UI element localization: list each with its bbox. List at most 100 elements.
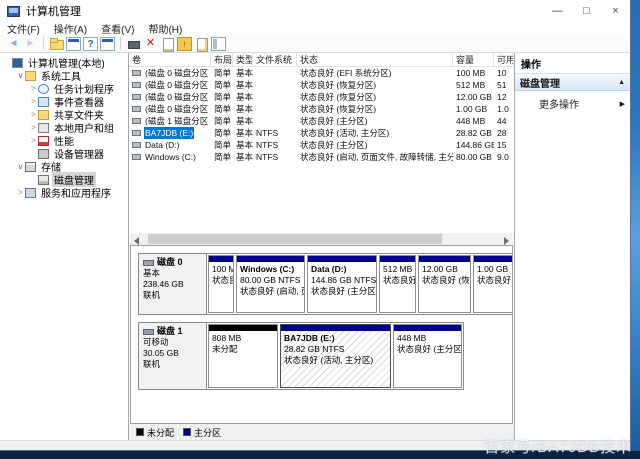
partition-block[interactable]: BA7JDB (E:)28.82 GB NTFS状态良好 (活动, 主分区) <box>280 324 391 388</box>
performance-icon <box>38 136 49 146</box>
menu-item[interactable]: 查看(V) <box>94 21 141 36</box>
cell-type: 基本 <box>233 115 253 127</box>
partition-block[interactable]: Windows (C:)80.00 GB NTFS状态良好 (启动, 页面文件,… <box>236 255 305 313</box>
menu-item[interactable]: 操作(A) <box>47 21 94 36</box>
close-icon[interactable]: × <box>601 0 630 22</box>
chevron-collapsed-icon[interactable]: > <box>29 136 38 145</box>
scroll-right-icon[interactable] <box>501 233 513 245</box>
volume-name: (磁盘 0 磁盘分区 1) <box>144 67 211 79</box>
menu-item[interactable]: 文件(F) <box>0 21 47 36</box>
refresh-icon[interactable]: ↑ <box>177 37 192 51</box>
forward-icon[interactable]: ► <box>23 37 38 51</box>
cell-type: 基本 <box>233 67 253 79</box>
cell-layout: 简单 <box>211 67 233 79</box>
column-header[interactable]: 容量 <box>453 53 494 67</box>
open-file-icon[interactable] <box>194 37 209 51</box>
partition-block[interactable]: 448 MB状态良好 (主分区) <box>393 324 462 388</box>
chevron-collapsed-icon[interactable]: > <box>29 97 38 106</box>
volume-name-cell[interactable]: (磁盘 0 磁盘分区 1) <box>129 67 211 79</box>
menu-bar: 文件(F)操作(A)查看(V)帮助(H) <box>0 22 630 35</box>
disk-header[interactable]: 磁盘 0基本238.46 GB联机 <box>139 254 207 314</box>
scroll-track[interactable] <box>142 233 501 245</box>
partition-block[interactable]: Data (D:)144.86 GB NTFS状态良好 (主分区) <box>307 255 377 313</box>
unallocated-region[interactable]: 808 MB未分配 <box>208 324 278 388</box>
table-row[interactable]: (磁盘 1 磁盘分区 2)简单基本状态良好 (主分区)448 MB44 <box>129 115 514 127</box>
properties-icon[interactable] <box>160 37 175 51</box>
partition-details: BA7JDB (E:)28.82 GB NTFS状态良好 (活动, 主分区) <box>281 331 390 387</box>
volume-icon <box>132 106 141 112</box>
toolbar-separator <box>43 37 44 50</box>
actions-section-disk-management[interactable]: 磁盘管理 ▲ <box>515 74 630 91</box>
volume-name: Data (D:) <box>144 139 180 151</box>
scroll-left-icon[interactable] <box>130 233 142 245</box>
table-row[interactable]: Data (D:)简单基本NTFS状态良好 (主分区)144.86 GB15 <box>129 139 514 151</box>
volume-name-cell[interactable]: (磁盘 0 磁盘分区 7) <box>129 103 211 115</box>
column-header[interactable]: 文件系统 <box>253 53 297 67</box>
table-row[interactable]: (磁盘 0 磁盘分区 1)简单基本状态良好 (EFI 系统分区)100 MB10 <box>129 67 514 79</box>
partition-status: 未分配 <box>212 344 274 355</box>
menu-item[interactable]: 帮助(H) <box>141 21 189 36</box>
volume-name-cell[interactable]: Windows (C:) <box>129 151 211 163</box>
pointer-icon[interactable] <box>126 37 141 51</box>
partition-block[interactable]: 1.00 GB状态良好 <box>473 255 513 313</box>
column-header[interactable]: 可用空间 <box>494 53 514 67</box>
partition-block[interactable]: 12.00 GB状态良好 (恢复分区) <box>418 255 471 313</box>
table-row[interactable]: (磁盘 0 磁盘分区 6)简单基本状态良好 (恢复分区)12.00 GB12 <box>129 91 514 103</box>
volume-name-cell[interactable]: (磁盘 0 磁盘分区 6) <box>129 91 211 103</box>
chevron-collapsed-icon[interactable]: > <box>29 110 38 119</box>
console-window-icon[interactable] <box>66 37 81 51</box>
table-row[interactable]: (磁盘 0 磁盘分区 7)简单基本状态良好 (恢复分区)1.00 GB1.0 <box>129 103 514 115</box>
table-row[interactable]: Windows (C:)简单基本NTFS状态良好 (启动, 页面文件, 故障转储… <box>129 151 514 163</box>
event-viewer-icon <box>38 97 49 107</box>
column-header[interactable]: 类型 <box>233 53 253 67</box>
chevron-expanded-icon[interactable]: v <box>16 71 25 80</box>
disk-header-line: 238.46 GB <box>143 279 202 290</box>
show-actions-pane-icon[interactable] <box>100 37 115 51</box>
chevron-collapsed-icon[interactable]: > <box>29 123 38 132</box>
cell-free: 9.0 <box>494 151 514 163</box>
partition-size: 100 MB <box>212 264 230 275</box>
disk-header-line: 联机 <box>143 290 202 301</box>
partition-status: 状态良好 (主分区) <box>397 344 458 355</box>
partition-block[interactable]: 100 MB状态良好 <box>208 255 234 313</box>
column-header[interactable]: 卷 <box>129 53 211 67</box>
table-row[interactable]: BA7JDB (E:)简单基本NTFS状态良好 (活动, 主分区)28.82 G… <box>129 127 514 139</box>
volume-name-cell[interactable]: BA7JDB (E:) <box>129 127 211 139</box>
disk-header-line: 联机 <box>143 359 202 370</box>
delete-volume-icon[interactable]: ✕ <box>143 37 158 51</box>
cell-capacity: 1.00 GB <box>453 103 494 115</box>
partition-block[interactable]: 512 MB状态良好 <box>379 255 416 313</box>
volume-name-cell[interactable]: Data (D:) <box>129 139 211 151</box>
horizontal-scrollbar[interactable] <box>130 233 513 245</box>
column-header[interactable]: 状态 <box>297 53 453 67</box>
computer-icon <box>12 58 23 68</box>
tree-item-device-manager[interactable]: 设备管理器 <box>0 147 128 160</box>
minimize-icon[interactable]: — <box>543 0 572 22</box>
split-panes-icon[interactable] <box>211 37 226 51</box>
collapse-icon[interactable]: ▲ <box>618 79 625 86</box>
scroll-thumb[interactable] <box>148 234 442 244</box>
maximize-icon[interactable]: □ <box>572 0 601 22</box>
more-actions-item[interactable]: 更多操作 ▶ <box>515 91 630 111</box>
column-header[interactable]: 布局 <box>211 53 233 67</box>
table-row[interactable]: (磁盘 0 磁盘分区 5)简单基本状态良好 (恢复分区)512 MB51 <box>129 79 514 91</box>
cell-free: 44 <box>494 115 514 127</box>
cell-fs <box>253 79 297 91</box>
partition-details: 12.00 GB状态良好 (恢复分区) <box>419 262 470 312</box>
chevron-collapsed-icon[interactable]: > <box>29 84 38 93</box>
volume-name-cell[interactable]: (磁盘 0 磁盘分区 5) <box>129 79 211 91</box>
show-console-tree-icon[interactable] <box>49 37 64 51</box>
disk-header[interactable]: 磁盘 1可移动30.05 GB联机 <box>139 323 207 389</box>
chevron-collapsed-icon[interactable]: > <box>16 188 25 197</box>
tree-item-services[interactable]: >服务和应用程序 <box>0 186 128 199</box>
partition-size: 512 MB <box>383 264 412 275</box>
disk-header-line: 基本 <box>143 268 202 279</box>
help-icon[interactable]: ? <box>83 37 98 51</box>
partition-size: 1.00 GB <box>477 264 513 275</box>
desktop: 计算机管理 — □ × 文件(F)操作(A)查看(V)帮助(H) ◄►?✕↑ 计… <box>0 0 640 459</box>
cell-free: 1.0 <box>494 103 514 115</box>
back-icon[interactable]: ◄ <box>6 37 21 51</box>
cell-status: 状态良好 (EFI 系统分区) <box>297 67 453 79</box>
chevron-expanded-icon[interactable]: v <box>16 162 25 171</box>
volume-name-cell[interactable]: (磁盘 1 磁盘分区 2) <box>129 115 211 127</box>
